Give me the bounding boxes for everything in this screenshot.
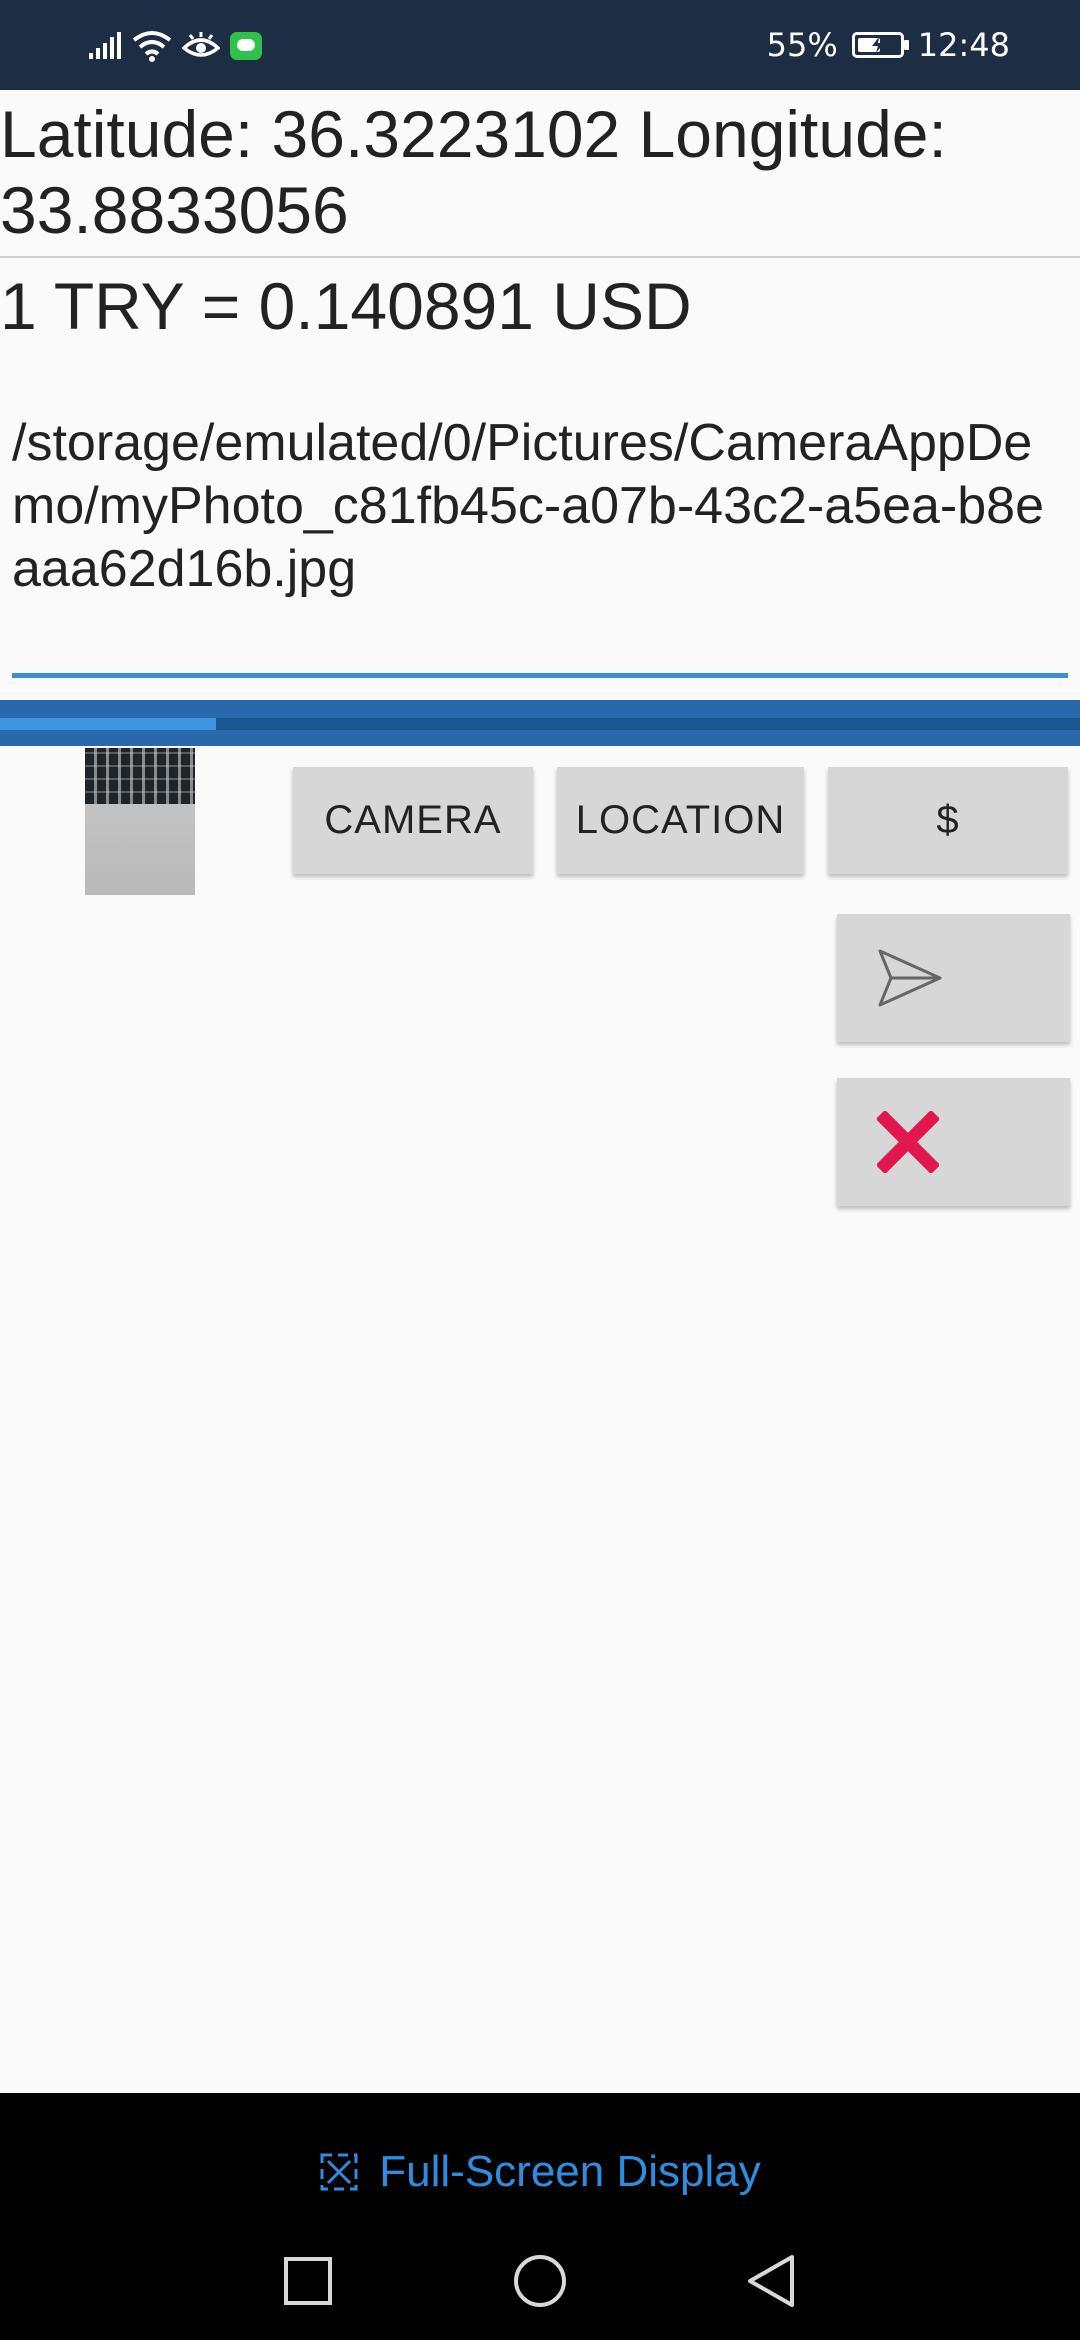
status-bar: 55% 12:48 <box>0 0 1080 90</box>
close-button[interactable] <box>837 1078 1070 1206</box>
location-coordinates: Latitude: 36.3223102 Longitude: 33.88330… <box>0 97 947 247</box>
progress-bar <box>0 700 1080 746</box>
send-icon <box>878 949 942 1007</box>
charging-bolt-icon <box>871 37 884 53</box>
thumbnail-keyboard-area <box>85 748 195 804</box>
navigation-bar <box>0 2241 1080 2321</box>
currency-button[interactable]: $ <box>828 767 1068 874</box>
fullscreen-label: Full-Screen Display <box>379 2147 761 2196</box>
photo-path-field[interactable]: /storage/emulated/0/Pictures/CameraAppDe… <box>12 412 1068 601</box>
progress-fill <box>0 718 216 730</box>
camera-button[interactable]: CAMERA <box>293 767 533 874</box>
bottom-system-area: Full-Screen Display <box>0 2093 1080 2340</box>
battery-percent: 55% <box>766 26 838 64</box>
message-icon <box>230 32 262 60</box>
fullscreen-icon <box>320 2153 358 2191</box>
status-right: 55% 12:48 <box>767 22 1010 68</box>
clock: 12:48 <box>917 26 1010 64</box>
wifi-icon <box>132 31 172 62</box>
battery-icon <box>851 32 909 58</box>
signal-icon <box>89 32 121 59</box>
currency-rate: 1 TRY = 0.140891 USD <box>0 269 692 343</box>
home-icon[interactable] <box>512 2253 568 2309</box>
photo-thumbnail[interactable] <box>85 748 195 895</box>
send-button[interactable] <box>837 914 1070 1042</box>
close-icon <box>877 1111 939 1173</box>
eye-comfort-icon <box>182 32 220 57</box>
path-field-underline <box>12 673 1068 678</box>
status-left-icons <box>88 28 262 64</box>
back-icon[interactable] <box>744 2253 800 2309</box>
location-button[interactable]: LOCATION <box>557 767 804 874</box>
fullscreen-display-link[interactable]: Full-Screen Display <box>0 2127 1080 2217</box>
divider <box>0 256 1080 258</box>
recents-icon[interactable] <box>280 2253 336 2309</box>
